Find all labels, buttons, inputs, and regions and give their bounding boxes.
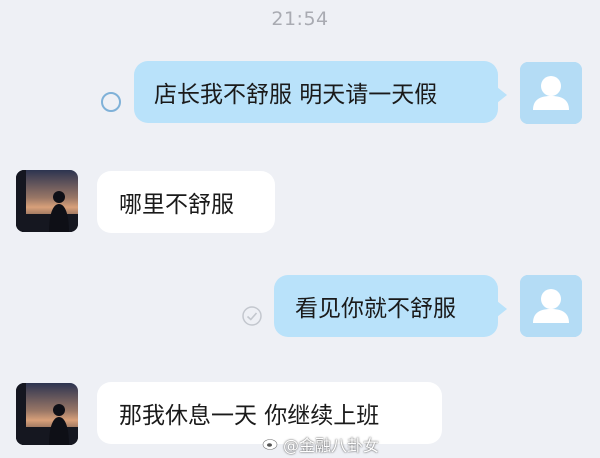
my-message-bubble[interactable]: 店长我不舒服 明天请一天假 [134, 61, 507, 123]
contact-avatar[interactable] [16, 383, 78, 445]
weibo-icon [262, 435, 280, 454]
my-message-bubble[interactable]: 看见你就不舒服 [274, 275, 507, 337]
watermark: @金融八卦女 [262, 432, 379, 456]
message-text: 那我休息一天 你继续上班 [119, 403, 380, 429]
status-read-icon [241, 305, 263, 327]
message-text: 看见你就不舒服 [295, 296, 456, 322]
watermark-text: @金融八卦女 [283, 436, 380, 455]
message-text: 哪里不舒服 [119, 192, 234, 218]
message-text: 店长我不舒服 明天请一天假 [154, 82, 438, 108]
status-unread-icon [100, 91, 122, 113]
my-avatar[interactable] [520, 275, 582, 337]
their-message-bubble[interactable]: 哪里不舒服 [97, 171, 275, 233]
contact-avatar[interactable] [16, 170, 78, 232]
my-avatar[interactable] [520, 62, 582, 124]
chat-timestamp: 21:54 [271, 8, 329, 30]
